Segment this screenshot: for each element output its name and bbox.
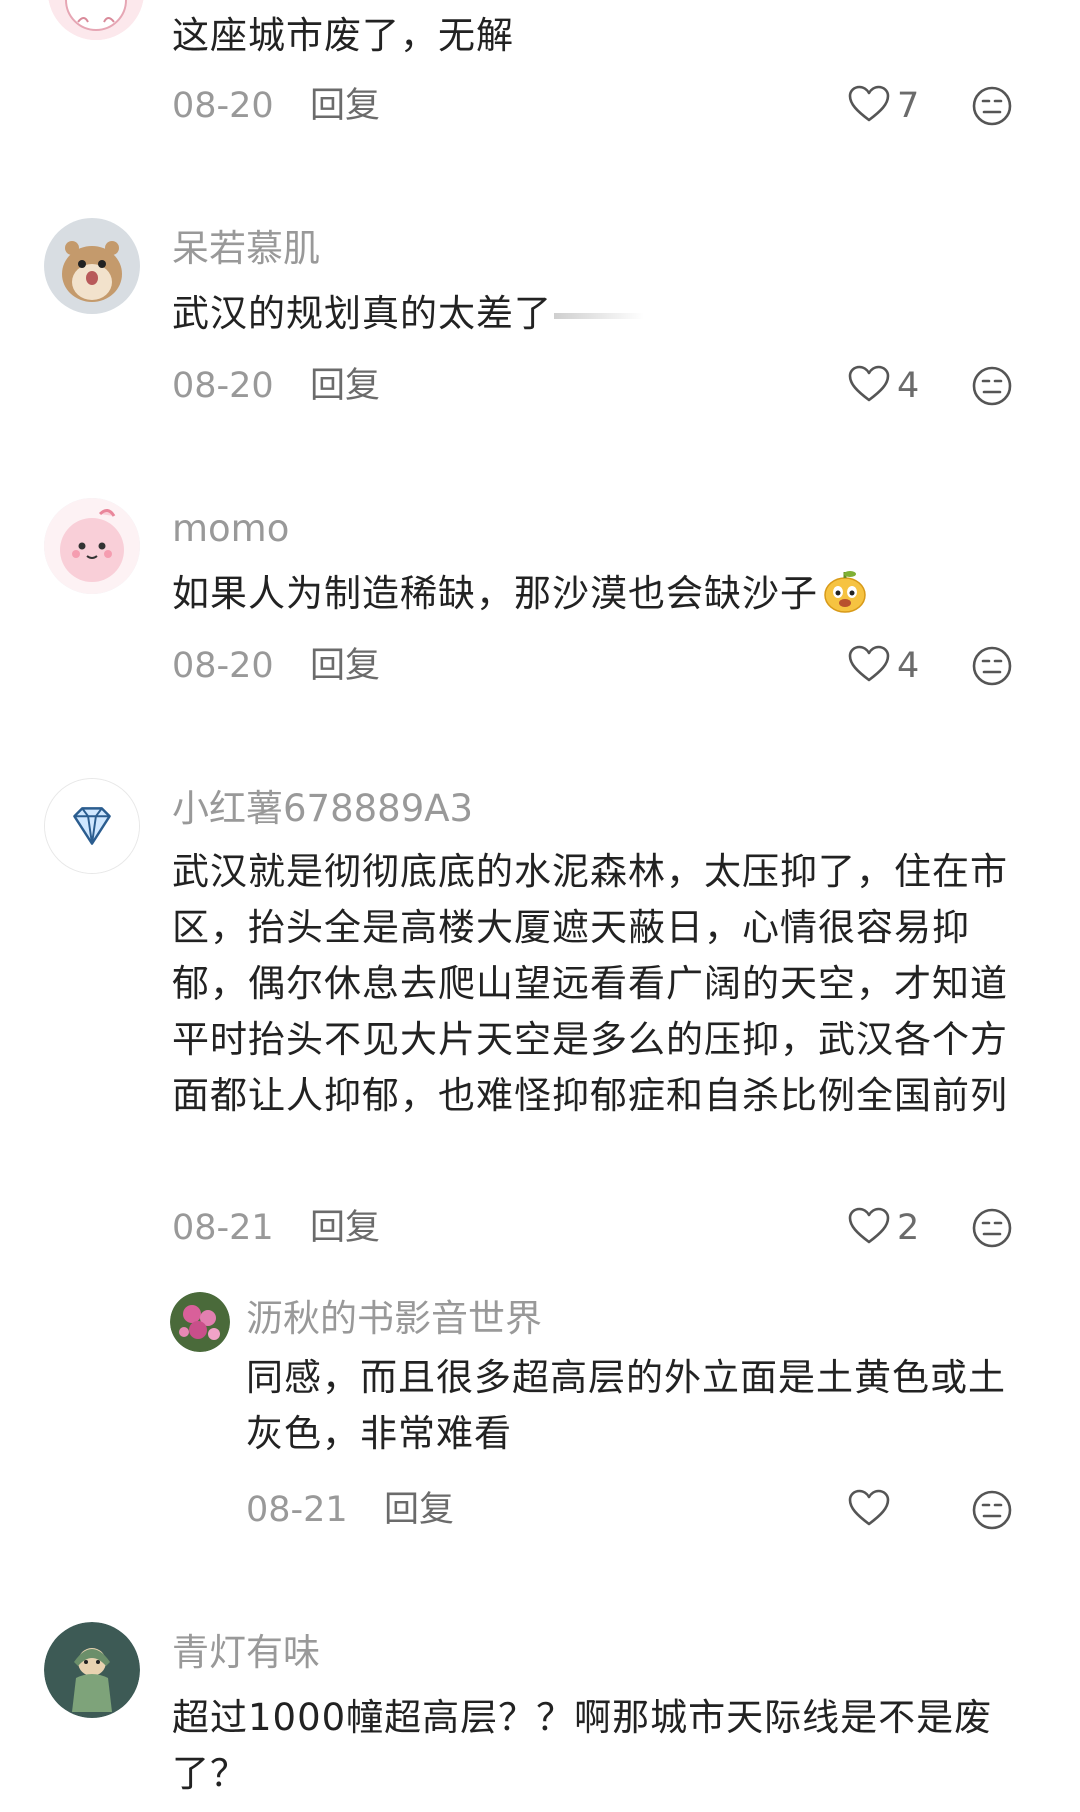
comment-meta: 08-21 回复 2 [172, 1204, 1012, 1252]
comment-text: 超过1000幢超高层？？啊那城市天际线是不是废了？ [172, 1696, 993, 1795]
dislike-button[interactable] [970, 1488, 1014, 1532]
comment-text-content: 如果人为制造稀缺，那沙漠也会缺沙子 [172, 572, 818, 615]
username[interactable]: momo [172, 506, 289, 552]
comment-meta: 08-20 回复 4 [172, 362, 1012, 410]
reply-button[interactable]: 回复 [310, 1204, 380, 1252]
comment-date: 08-20 [172, 86, 274, 126]
comment-text: 同感，而且很多超高层的外立面是土黄色或土灰色，非常难看 [246, 1356, 1006, 1455]
pink-bunny-avatar-icon[interactable] [44, 498, 140, 594]
username[interactable]: 呆若慕肌 [172, 226, 320, 272]
like-button[interactable]: 4 [847, 642, 919, 690]
like-button[interactable] [847, 1486, 897, 1534]
flowers-avatar-icon[interactable] [170, 1292, 230, 1352]
comment-text: 如果人为制造稀缺，那沙漠也会缺沙子 [172, 566, 1014, 622]
hamster-avatar-icon[interactable] [44, 218, 140, 314]
diamond-avatar-icon[interactable] [44, 778, 140, 874]
comment-text: 武汉的规划真的太差了 [172, 286, 1014, 342]
faded-stroke [554, 312, 644, 319]
heart-icon [847, 1206, 891, 1250]
like-button[interactable]: 2 [847, 1204, 919, 1252]
reply-button[interactable]: 回复 [384, 1486, 454, 1534]
comment-text: 这座城市废了，无解 [172, 14, 514, 57]
meh-face-icon [970, 1490, 1014, 1536]
username[interactable]: 小红薯678889A3 [172, 786, 473, 832]
like-button[interactable]: 4 [847, 362, 919, 410]
heart-icon [847, 1488, 891, 1532]
comment-date: 08-20 [172, 366, 274, 406]
pink-character-avatar-icon[interactable] [48, 0, 144, 40]
username[interactable]: 沥秋的书影音世界 [246, 1296, 542, 1342]
like-count: 7 [897, 86, 920, 126]
dislike-button[interactable] [970, 644, 1014, 688]
comment-date: 08-20 [172, 646, 274, 686]
like-button[interactable]: 7 [847, 82, 919, 130]
reply-button[interactable]: 回复 [310, 82, 380, 130]
comment-date: 08-21 [246, 1490, 348, 1530]
green-figure-avatar-icon[interactable] [44, 1622, 140, 1718]
reply-button[interactable]: 回复 [310, 362, 380, 410]
meh-face-icon [970, 1208, 1014, 1254]
like-count: 4 [897, 366, 920, 406]
like-count: 2 [897, 1208, 920, 1248]
dislike-button[interactable] [970, 1206, 1014, 1250]
comment-meta: 08-20 回复 4 [172, 642, 1012, 690]
comment-text-content: 武汉的规划真的太差了 [172, 292, 552, 335]
dislike-button[interactable] [970, 364, 1014, 408]
meh-face-icon [970, 646, 1014, 692]
username[interactable]: 青灯有味 [172, 1630, 320, 1676]
comment-list: 这座城市废了，无解 08-20 回复 7 呆若慕肌 武汉的规划真的太差了 08-… [0, 0, 1080, 1812]
like-count: 4 [897, 646, 920, 686]
heart-icon [847, 364, 891, 408]
heart-icon [847, 84, 891, 128]
meh-face-icon [970, 366, 1014, 412]
heart-icon [847, 644, 891, 688]
dislike-button[interactable] [970, 84, 1014, 128]
comment-meta: 08-20 回复 7 [172, 82, 1012, 130]
pear-face-emoji-icon [822, 568, 868, 614]
comment-date: 08-21 [172, 1208, 274, 1248]
comment-text: 武汉就是彻彻底底的水泥森林，太压抑了，住在市区，抬头全是高楼大厦遮天蔽日，心情很… [172, 850, 1008, 1117]
meh-face-icon [970, 86, 1014, 132]
reply-button[interactable]: 回复 [310, 642, 380, 690]
comment-meta: 08-21 回复 [246, 1486, 1012, 1534]
